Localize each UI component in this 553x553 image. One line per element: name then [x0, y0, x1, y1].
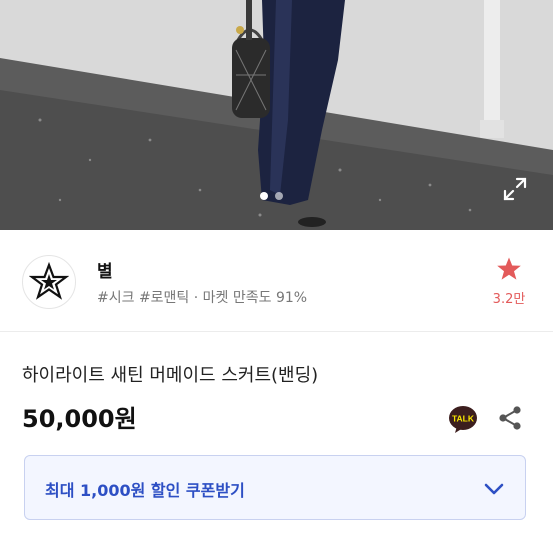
favorite-button[interactable]: 3.2만	[478, 256, 540, 307]
coupon-button[interactable]: 최대 1,000원 할인 쿠폰받기	[24, 455, 526, 520]
shop-logo[interactable]	[22, 255, 76, 309]
chevron-down-icon	[484, 483, 504, 495]
product-title: 하이라이트 새틴 머메이드 스커트(밴딩)	[22, 365, 319, 386]
pagination-dot-active[interactable]	[260, 192, 268, 200]
shop-info[interactable]: 별 #시크 #로맨틱 · 마켓 만족도 91% 3.2만	[0, 230, 553, 332]
share-icon	[499, 406, 521, 430]
star-icon	[497, 257, 521, 280]
shop-tags: #시크 #로맨틱 · 마켓 만족도 91%	[97, 290, 308, 306]
shop-name[interactable]: 별	[97, 257, 113, 282]
star-logo-icon	[29, 262, 69, 300]
share-button[interactable]	[496, 404, 524, 432]
expand-icon	[503, 177, 527, 201]
gallery-pagination	[260, 192, 283, 200]
product-photo[interactable]	[0, 0, 553, 230]
coupon-label: 최대 1,000원 할인 쿠폰받기	[45, 481, 245, 500]
pagination-dot[interactable]	[275, 192, 283, 200]
expand-photo-button[interactable]	[500, 174, 530, 204]
talk-icon: TALK	[449, 406, 477, 433]
product-price: 50,000원	[22, 405, 137, 433]
talk-label: TALK	[452, 414, 475, 424]
favorite-count: 3.2만	[492, 292, 526, 307]
kakao-talk-button[interactable]: TALK	[448, 404, 478, 434]
